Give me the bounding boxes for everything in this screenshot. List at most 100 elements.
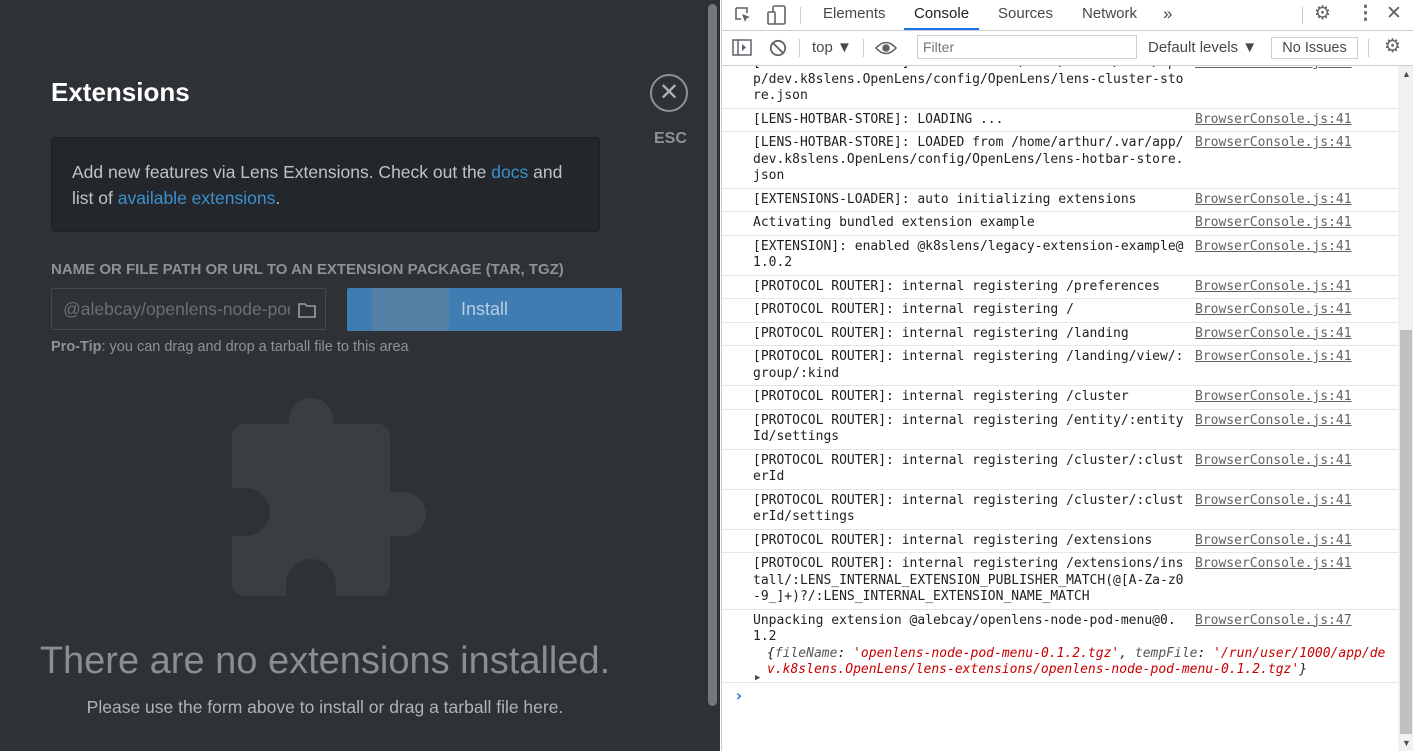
tab-console[interactable]: Console — [904, 0, 980, 30]
close-button[interactable]: ✕ — [650, 74, 688, 112]
notice-text: Add new features via Lens Extensions. Ch… — [72, 162, 492, 182]
console-object-preview[interactable]: ▶ {fileName: 'openlens-node-pod-menu-0.1.… — [753, 645, 1398, 683]
live-expression-eye-icon[interactable] — [875, 40, 897, 56]
extension-path-label: NAME OR FILE PATH OR URL TO AN EXTENSION… — [51, 261, 564, 278]
divider — [799, 39, 800, 57]
page-title: Extensions — [51, 77, 190, 107]
console-message-source-link[interactable]: BrowserConsole.js:41 — [1195, 389, 1352, 406]
console-message-text: [PROTOCOL ROUTER]: internal registering … — [753, 325, 1129, 341]
console-toolbar: top ▼ Default levels ▼ No Issues ⚙ — [722, 31, 1413, 66]
pro-tip-text: : you can drag and drop a tarball file t… — [101, 339, 409, 355]
more-options-icon[interactable]: ⋮ — [1356, 4, 1375, 23]
console-message: [PROTOCOL ROUTER]: internal registering … — [722, 553, 1398, 610]
console-message-text: [PROTOCOL ROUTER]: internal registering … — [753, 302, 1074, 317]
console-message-source-link[interactable]: BrowserConsole.js:41 — [1195, 533, 1352, 550]
console-scrollbar[interactable]: ▲ ▼ — [1398, 66, 1413, 751]
console-message-text: [LENS-HOTBAR-STORE]: LOADING ... — [753, 111, 1004, 127]
console-message-text: [PROTOCOL ROUTER]: internal registering … — [753, 389, 1129, 404]
tab-sources[interactable]: Sources — [998, 0, 1053, 30]
lens-scrollbar-thumb[interactable] — [708, 4, 717, 706]
devtools-panel: Elements Console Sources Network » ⚙ ⋮ ✕… — [721, 0, 1413, 751]
console-message-source-link[interactable]: BrowserConsole.js:41 — [1195, 239, 1352, 256]
console-message-source-link[interactable]: BrowserConsole.js:41 — [1195, 556, 1352, 573]
console-message: [PROTOCOL ROUTER]: internal registering … — [722, 450, 1398, 490]
close-devtools-icon[interactable]: ✕ — [1386, 4, 1402, 23]
object-key: fileName — [774, 645, 838, 661]
console-message-text: [PROTOCOL ROUTER]: internal registering … — [753, 452, 1184, 485]
folder-icon[interactable] — [298, 302, 316, 318]
sidebar-toggle-icon[interactable] — [732, 39, 752, 56]
console-message-source-link[interactable]: BrowserConsole.js:41 — [1195, 279, 1352, 296]
console-settings-gear-icon[interactable]: ⚙ — [1384, 37, 1401, 56]
divider — [1302, 7, 1303, 24]
console-message-source-link[interactable]: BrowserConsole.js:41 — [1195, 302, 1352, 319]
scroll-down-arrow-icon[interactable]: ▼ — [1402, 738, 1411, 748]
console-message-source-link[interactable]: BrowserConsole.js:41 — [1195, 349, 1352, 366]
pro-tip-label: Pro-Tip — [51, 339, 102, 355]
console-message: [PROTOCOL ROUTER]: internal registering … — [722, 346, 1398, 386]
extensions-notice: Add new features via Lens Extensions. Ch… — [51, 137, 600, 232]
tab-network[interactable]: Network — [1082, 0, 1137, 30]
console-log-list: [LENS-CLUSTER-STORE]: LOADED from /home/… — [722, 66, 1398, 610]
console-message: [LENS-CLUSTER-STORE]: LOADED from /home/… — [722, 66, 1398, 109]
esc-label: ESC — [654, 130, 687, 147]
tab-elements[interactable]: Elements — [823, 0, 886, 30]
extension-path-input[interactable] — [52, 289, 290, 329]
context-selector[interactable]: top ▼ — [812, 31, 852, 65]
console-message: [PROTOCOL ROUTER]: internal registering … — [722, 276, 1398, 299]
device-toolbar-icon[interactable] — [767, 5, 787, 25]
console-message-text: [EXTENSIONS-LOADER]: auto initializing e… — [753, 191, 1137, 207]
available-extensions-link[interactable]: available extensions — [118, 188, 276, 208]
scroll-up-arrow-icon[interactable]: ▲ — [1402, 69, 1411, 79]
console-message: [PROTOCOL ROUTER]: internal registering … — [722, 410, 1398, 450]
console-message-text: [PROTOCOL ROUTER]: internal registering … — [753, 349, 1184, 381]
empty-state-subtitle: Please use the form above to install or … — [86, 697, 564, 717]
more-tabs-button[interactable]: » — [1163, 0, 1172, 30]
divider — [1368, 39, 1369, 57]
console-message-text: [LENS-HOTBAR-STORE]: LOADED from /home/a… — [753, 135, 1184, 183]
console-message: [LENS-HOTBAR-STORE]: LOADING ... BrowserC… — [722, 109, 1398, 132]
lens-scrollbar[interactable] — [705, 0, 720, 751]
console-message-source-link[interactable]: BrowserConsole.js:41 — [1195, 413, 1352, 430]
console-message-source-link[interactable]: BrowserConsole.js:41 — [1195, 326, 1352, 343]
console-message-source-link[interactable]: BrowserConsole.js:41 — [1195, 112, 1352, 129]
console-message-source-link[interactable]: BrowserConsole.js:41 — [1195, 493, 1352, 510]
console-message-text: [EXTENSION]: enabled @k8slens/legacy-ext… — [753, 238, 1184, 271]
extension-path-field — [51, 288, 326, 330]
console-prompt[interactable]: › — [722, 683, 1398, 709]
docs-link[interactable]: docs — [491, 162, 528, 182]
console-message-unpack: Unpacking extension @alebcay/openlens-no… — [722, 610, 1398, 683]
inspect-element-icon[interactable] — [734, 6, 752, 24]
console-message-source-link[interactable]: BrowserConsole.js:41 — [1195, 135, 1352, 152]
console-message-text: [PROTOCOL ROUTER]: internal registering … — [753, 412, 1184, 445]
console-message-text: [PROTOCOL ROUTER]: internal registering … — [753, 492, 1184, 525]
devtools-tabbar: Elements Console Sources Network » ⚙ ⋮ ✕ — [722, 0, 1413, 31]
console-message-text: [PROTOCOL ROUTER]: internal registering … — [753, 556, 1184, 604]
close-icon: ✕ — [658, 79, 680, 106]
console-message-source-link[interactable]: BrowserConsole.js:41 — [1195, 192, 1352, 209]
console-message: [LENS-HOTBAR-STORE]: LOADED from /home/a… — [722, 132, 1398, 189]
empty-state-title: There are no extensions installed. — [39, 640, 611, 682]
install-button[interactable]: Install — [347, 288, 622, 331]
issues-button[interactable]: No Issues — [1271, 37, 1358, 59]
console-messages[interactable]: [LENS-CLUSTER-STORE]: LOADED from /home/… — [722, 66, 1398, 751]
object-key: tempFile — [1134, 645, 1198, 661]
log-levels-dropdown[interactable]: Default levels ▼ — [1148, 31, 1257, 65]
console-message-source-link[interactable]: BrowserConsole.js:41 — [1195, 66, 1352, 72]
pro-tip: Pro-Tip: you can drag and drop a tarball… — [51, 339, 409, 355]
console-message-source-link[interactable]: BrowserConsole.js:41 — [1195, 215, 1352, 232]
console-message-source-link[interactable]: BrowserConsole.js:41 — [1195, 453, 1352, 470]
console-message: [EXTENSIONS-LOADER]: auto initializing e… — [722, 189, 1398, 212]
console-message: [PROTOCOL ROUTER]: internal registering … — [722, 323, 1398, 346]
settings-gear-icon[interactable]: ⚙ — [1314, 4, 1331, 23]
console-filter-input[interactable] — [917, 35, 1137, 59]
console-message: [EXTENSION]: enabled @k8slens/legacy-ext… — [722, 236, 1398, 276]
console-message: Activating bundled extension example Brow… — [722, 212, 1398, 236]
console-scrollbar-thumb[interactable] — [1400, 330, 1412, 734]
object-value: 'openlens-node-pod-menu-0.1.2.tgz' — [853, 645, 1120, 661]
clear-console-icon[interactable] — [769, 39, 787, 57]
console-message: [PROTOCOL ROUTER]: internal registering … — [722, 386, 1398, 410]
console-message-source-link[interactable]: BrowserConsole.js:47 — [1195, 613, 1352, 630]
extensions-page: Extensions ✕ ESC Add new features via Le… — [0, 0, 720, 751]
divider — [863, 39, 864, 57]
